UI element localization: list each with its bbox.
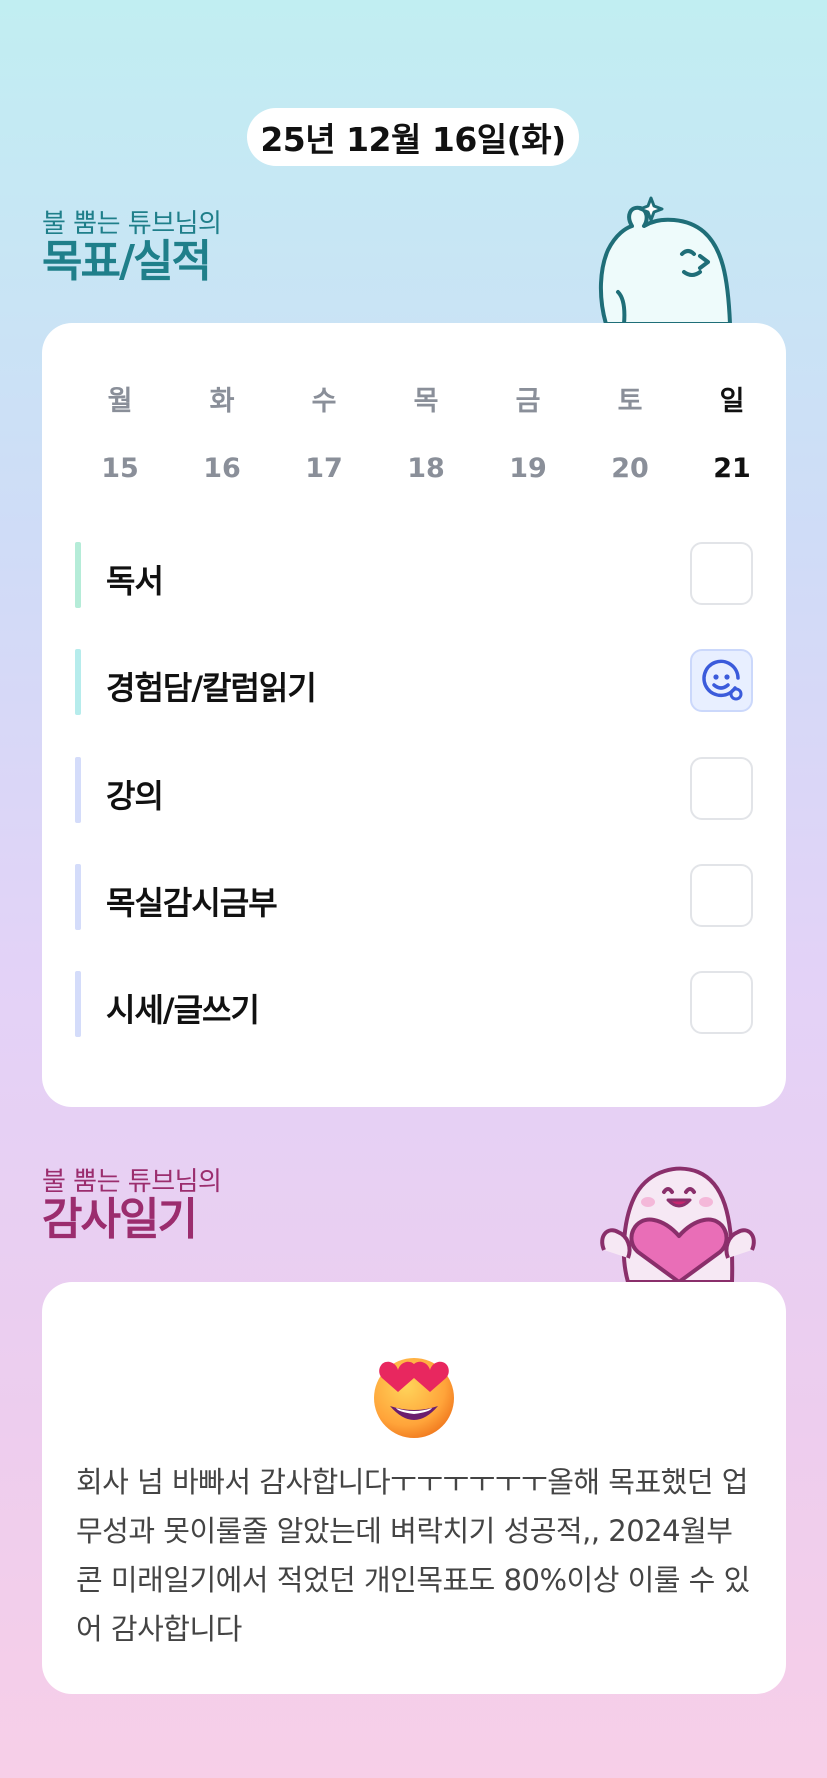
date-cell[interactable]: 17 — [294, 453, 354, 484]
weekday-label-active: 일 — [719, 386, 745, 417]
goal-label: 경험담/칼럼읽기 — [106, 669, 317, 707]
date-pill[interactable]: 25년 12월 16일(화) — [247, 108, 579, 166]
weekday-label: 화 — [209, 386, 235, 417]
goal-checkbox[interactable] — [690, 971, 753, 1034]
date-cell[interactable]: 19 — [498, 453, 558, 484]
goal-checkbox-checked[interactable] — [690, 649, 753, 712]
diary-text: 회사 넘 바빠서 감사합니다ㅜㅜㅜㅜㅜㅜ올해 목표했던 업무성과 못이룰줄 알았… — [76, 1465, 750, 1646]
goal-item: 강의 — [75, 757, 753, 823]
goal-checkbox[interactable] — [690, 542, 753, 605]
date-cell-active[interactable]: 21 — [702, 453, 762, 484]
weekday-label: 월 — [107, 386, 133, 417]
goal-label: 독서 — [106, 562, 164, 600]
heart-eyes-emoji-icon — [374, 1358, 454, 1438]
goal-item: 시세/글쓰기 — [75, 971, 753, 1037]
goal-item: 목실감시금부 — [75, 864, 753, 930]
goal-checkbox[interactable] — [690, 864, 753, 927]
weekday-label: 토 — [617, 386, 643, 417]
weekday-label: 금 — [515, 386, 541, 417]
date-cell[interactable]: 16 — [192, 453, 252, 484]
goal-checkbox[interactable] — [690, 757, 753, 820]
tube-mascot-thumbs-up — [598, 196, 732, 324]
goal-section-title: 불 뿜는 튜브님의 목표/실적 — [42, 209, 222, 287]
weekday-label: 수 — [311, 386, 337, 417]
goal-section-subtitle: 불 뿜는 튜브님의 — [42, 209, 222, 239]
goal-color-bar — [75, 649, 81, 715]
date-cell[interactable]: 18 — [396, 453, 456, 484]
smile-icon — [701, 659, 742, 700]
thanks-section-title: 불 뿜는 튜브님의 감사일기 — [42, 1167, 222, 1245]
goal-color-bar — [75, 542, 81, 608]
goal-item: 경험담/칼럼읽기 — [75, 649, 753, 715]
goal-color-bar — [75, 864, 81, 930]
tube-mascot-heart — [600, 1166, 756, 1282]
goal-label: 시세/글쓰기 — [106, 991, 260, 1029]
weekday-label: 목 — [413, 386, 439, 417]
goal-section-heading: 목표/실적 — [42, 236, 212, 287]
goal-label: 강의 — [106, 777, 164, 815]
goal-label: 목실감시금부 — [106, 884, 278, 922]
thanks-section-heading: 감사일기 — [42, 1194, 198, 1245]
goal-card: 월 화 수 목 금 토 일 15 16 17 18 19 20 21 독서 경험… — [42, 323, 786, 1107]
goal-color-bar — [75, 757, 81, 823]
goal-item: 독서 — [75, 542, 753, 608]
thanks-section-subtitle: 불 뿜는 튜브님의 — [42, 1167, 222, 1197]
goal-color-bar — [75, 971, 81, 1037]
thanks-card: 회사 넘 바빠서 감사합니다ㅜㅜㅜㅜㅜㅜ올해 목표했던 업무성과 못이룰줄 알았… — [42, 1282, 786, 1694]
date-cell[interactable]: 15 — [90, 453, 150, 484]
date-cell[interactable]: 20 — [600, 453, 660, 484]
